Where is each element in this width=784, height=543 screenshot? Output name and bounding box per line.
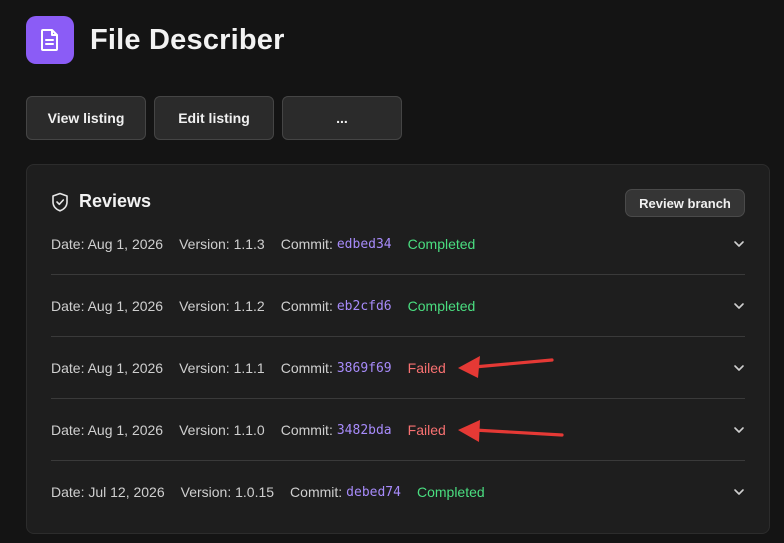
shield-icon [52, 192, 68, 212]
review-version: Version: 1.1.2 [179, 298, 265, 314]
review-date: Date: Aug 1, 2026 [51, 236, 164, 252]
commit-hash[interactable]: 3482bda [337, 423, 392, 438]
app-title: File Describer [90, 24, 285, 56]
chevron-down-icon[interactable] [733, 486, 745, 498]
review-row[interactable]: Date: Jul 12, 2026 Version: 1.0.15 Commi… [51, 461, 745, 523]
status-badge: Completed [416, 484, 485, 500]
chevron-down-icon[interactable] [733, 362, 745, 374]
status-badge: Failed [407, 360, 446, 376]
review-version: Version: 1.1.1 [179, 360, 265, 376]
commit-hash[interactable]: debed74 [346, 485, 401, 500]
review-row[interactable]: Date: Aug 1, 2026 Version: 1.1.2 Commit:… [51, 275, 745, 337]
commit-label: Commit: [280, 236, 333, 252]
commit-hash[interactable]: eb2cfd6 [337, 299, 392, 314]
commit-label: Commit: [280, 298, 333, 314]
review-version: Version: 1.0.15 [180, 484, 275, 500]
reviews-title: Reviews [79, 191, 152, 211]
status-badge: Completed [407, 236, 476, 252]
document-icon [41, 29, 58, 51]
review-row[interactable]: Date: Aug 1, 2026 Version: 1.1.1 Commit:… [51, 337, 745, 399]
chevron-down-icon[interactable] [733, 238, 745, 250]
commit-hash[interactable]: edbed34 [337, 237, 392, 252]
chevron-down-icon[interactable] [733, 300, 745, 312]
review-date: Date: Aug 1, 2026 [51, 360, 164, 376]
status-badge: Completed [407, 298, 476, 314]
commit-label: Commit: [290, 484, 343, 500]
status-badge: Failed [407, 422, 446, 438]
more-button[interactable]: ... [282, 96, 402, 140]
review-date: Date: Jul 12, 2026 [51, 484, 165, 500]
annotation-arrow [458, 356, 554, 378]
reviews-panel: Reviews Review branch Date: Aug 1, 2026 … [26, 164, 770, 534]
review-row[interactable]: Date: Aug 1, 2026 Version: 1.1.3 Commit:… [51, 213, 745, 275]
commit-label: Commit: [280, 422, 333, 438]
view-listing-button[interactable]: View listing [26, 96, 146, 140]
review-version: Version: 1.1.0 [179, 422, 265, 438]
chevron-down-icon[interactable] [733, 424, 745, 436]
review-date: Date: Aug 1, 2026 [51, 298, 164, 314]
annotation-arrow [458, 420, 564, 442]
edit-listing-button[interactable]: Edit listing [154, 96, 274, 140]
review-row[interactable]: Date: Aug 1, 2026 Version: 1.1.0 Commit:… [51, 399, 745, 461]
commit-label: Commit: [280, 360, 333, 376]
review-date: Date: Aug 1, 2026 [51, 422, 164, 438]
reviews-header: Reviews [51, 191, 151, 212]
app-icon [26, 16, 74, 64]
commit-hash[interactable]: 3869f69 [337, 361, 392, 376]
review-version: Version: 1.1.3 [179, 236, 265, 252]
